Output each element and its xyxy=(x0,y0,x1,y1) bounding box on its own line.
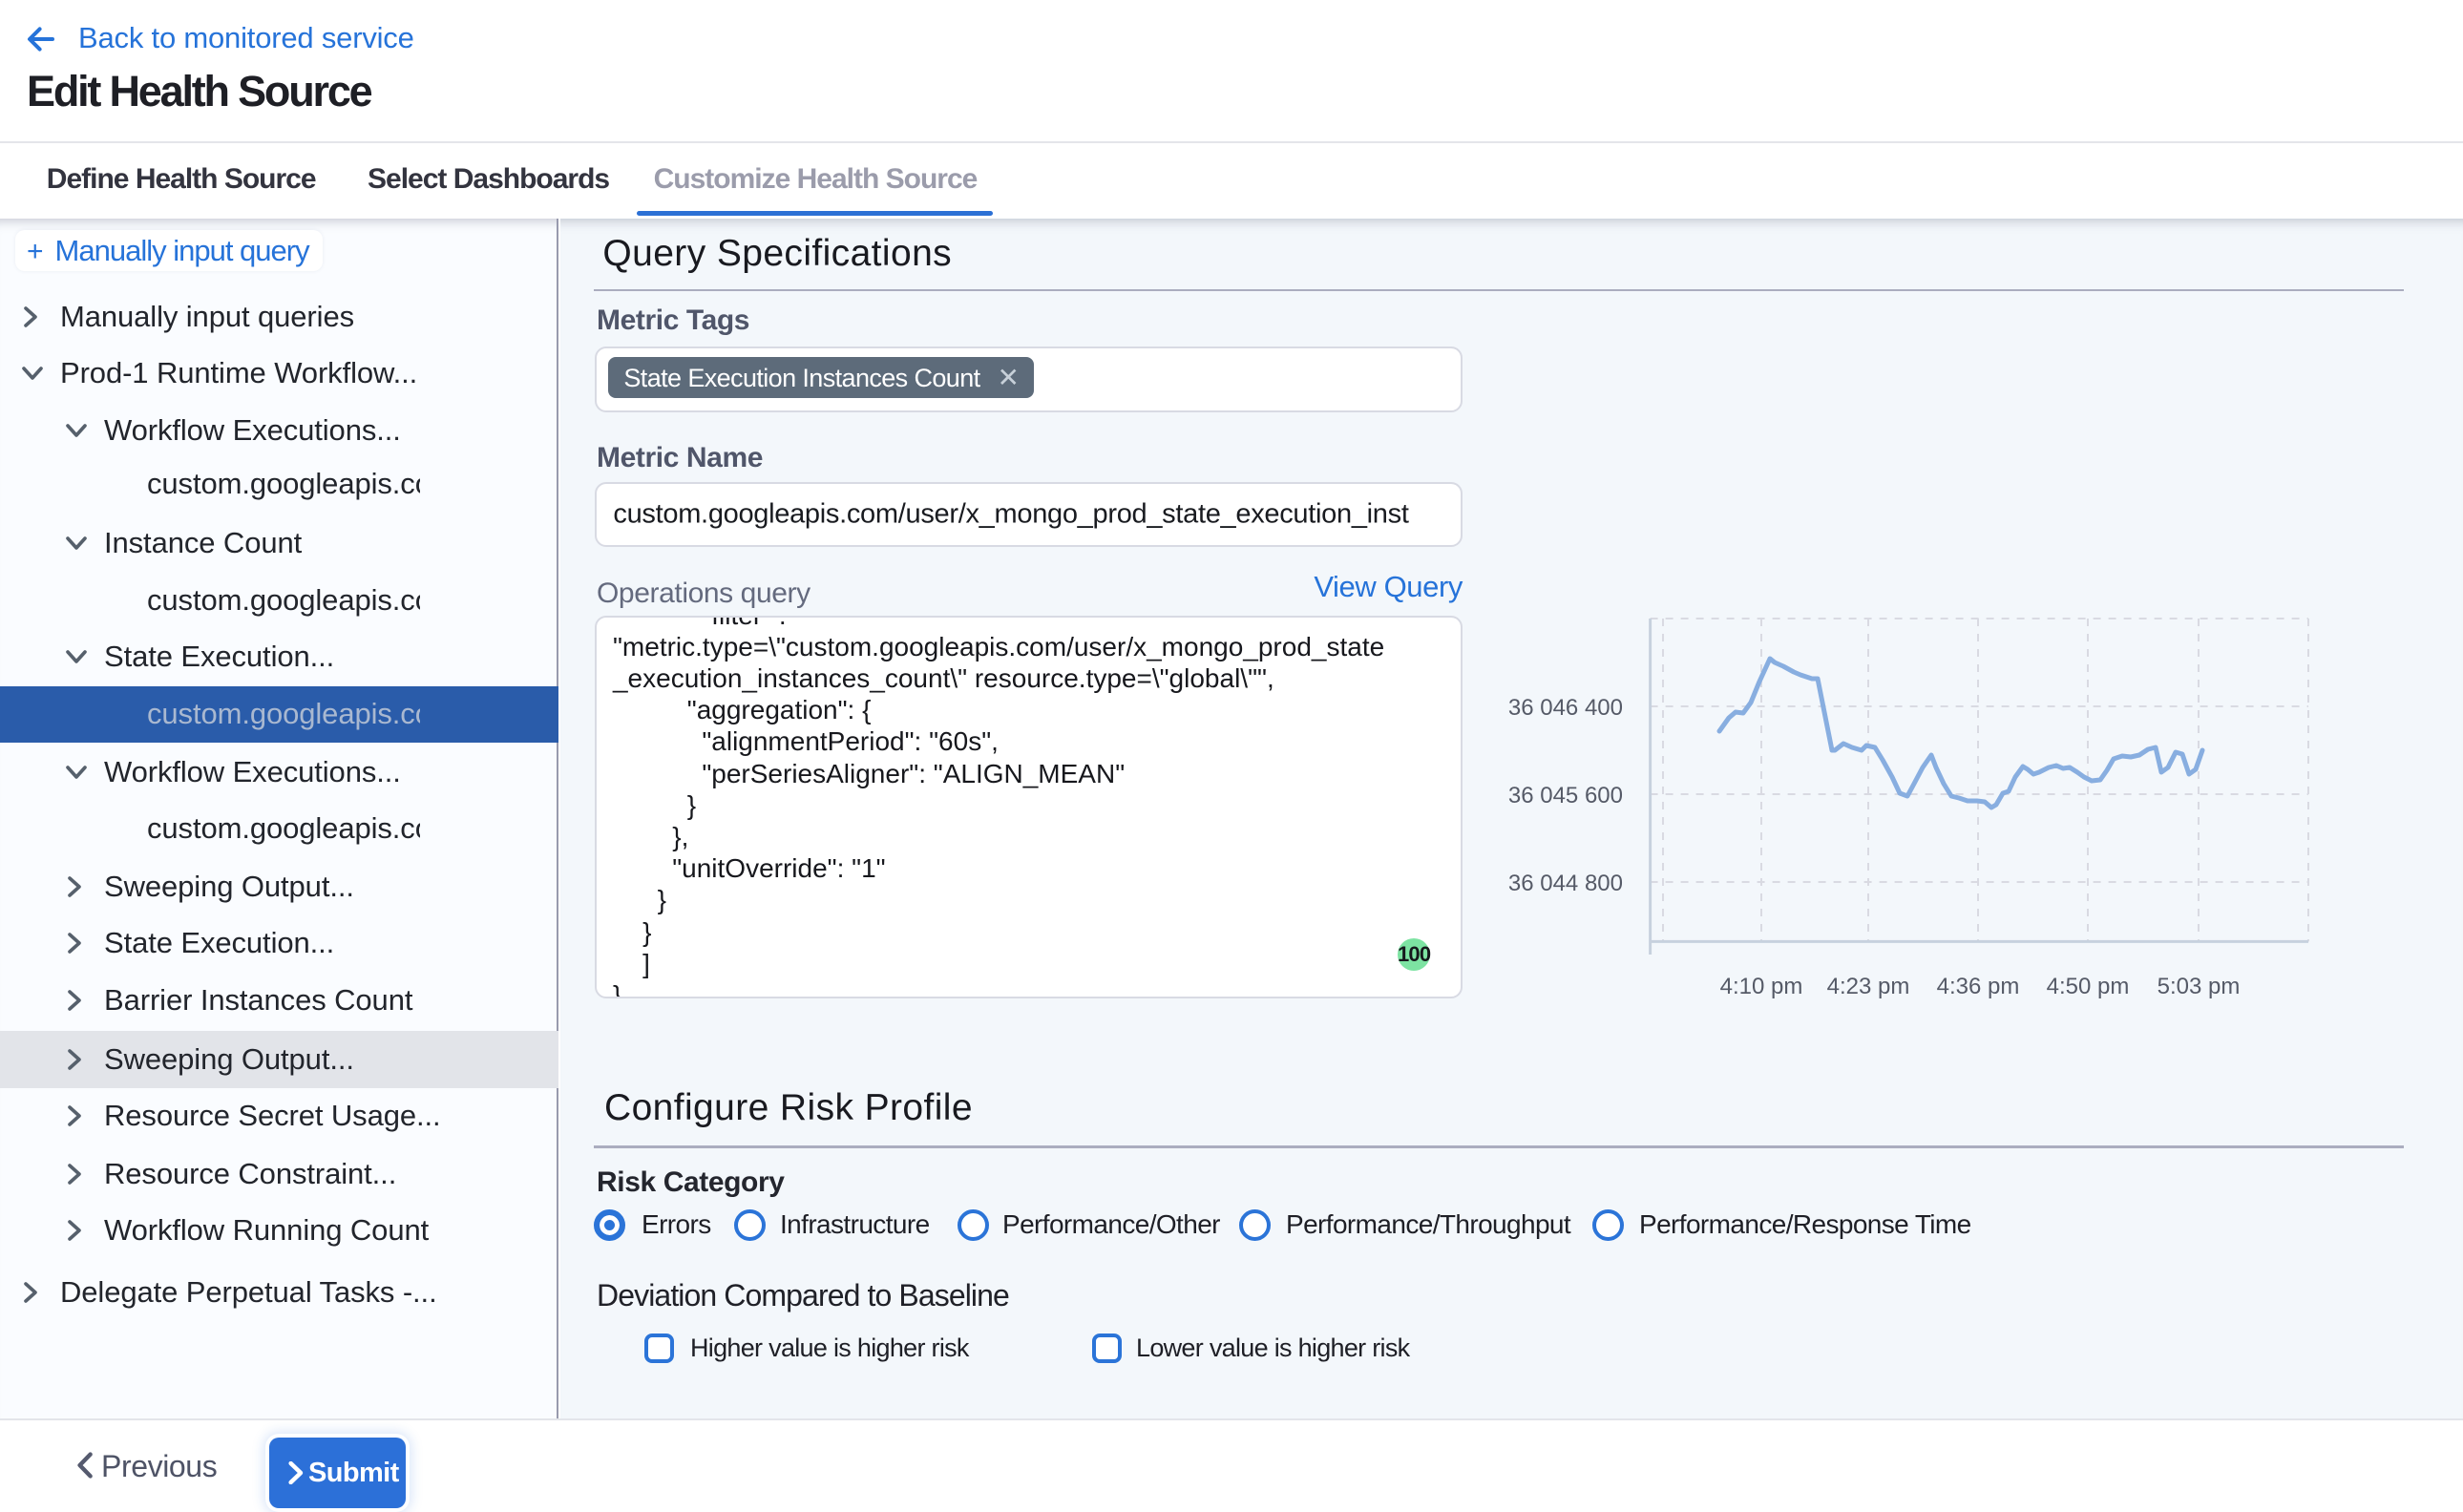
svg-text:5:03 pm: 5:03 pm xyxy=(2158,974,2241,999)
svg-text:36 044 800: 36 044 800 xyxy=(1508,871,1623,896)
svg-text:36 046 400: 36 046 400 xyxy=(1508,695,1623,721)
svg-text:4:23 pm: 4:23 pm xyxy=(1827,974,1910,999)
svg-text:4:10 pm: 4:10 pm xyxy=(1720,974,1803,999)
svg-text:4:50 pm: 4:50 pm xyxy=(2047,974,2130,999)
svg-text:4:36 pm: 4:36 pm xyxy=(1937,974,2020,999)
svg-text:36 045 600: 36 045 600 xyxy=(1508,783,1623,808)
